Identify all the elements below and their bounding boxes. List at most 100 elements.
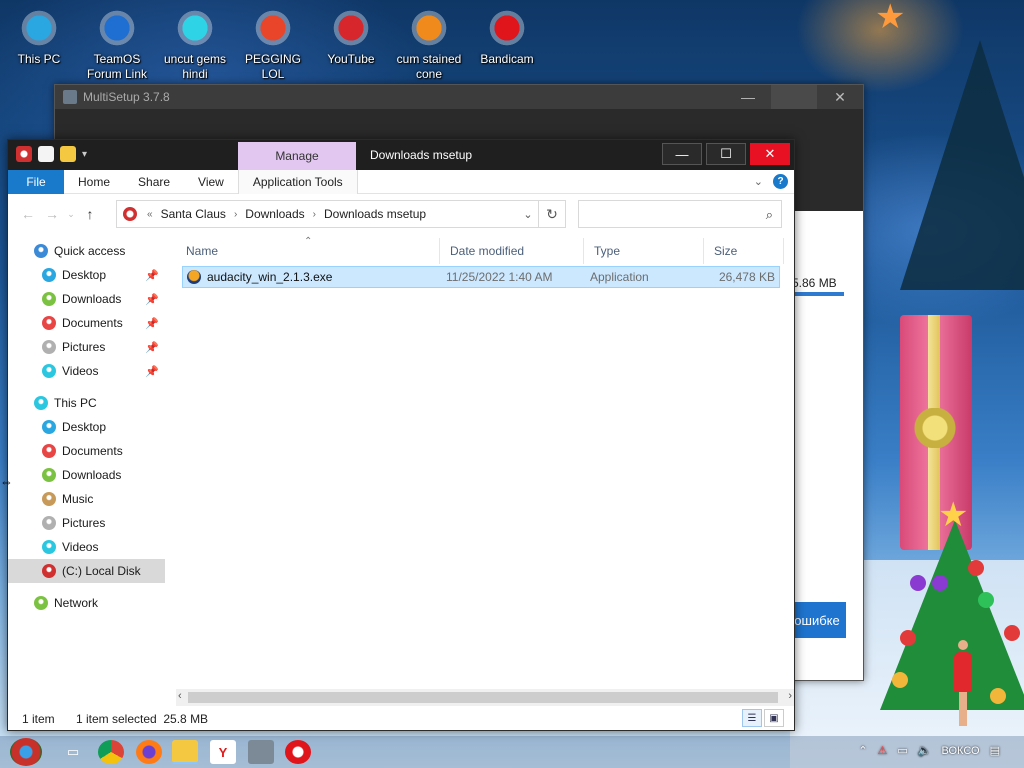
up-arrow-icon[interactable]: ↑: [78, 202, 102, 226]
nav-pc-item[interactable]: Downloads: [8, 463, 165, 487]
volume-icon[interactable]: 🔈: [918, 744, 932, 757]
tab-view[interactable]: View: [184, 170, 238, 194]
desktop-icon[interactable]: uncut gems hindi: [156, 6, 234, 82]
start-orb-icon[interactable]: [10, 738, 42, 766]
desktop-icon[interactable]: This PC: [0, 6, 78, 67]
table-row[interactable]: audacity_win_2.1.3.exe 11/25/2022 1:40 A…: [182, 266, 780, 288]
pin-icon[interactable]: 📌: [145, 365, 159, 378]
pin-icon[interactable]: 📌: [145, 341, 159, 354]
firefox-icon[interactable]: [136, 740, 162, 764]
horizontal-scrollbar[interactable]: ‹ ›: [176, 689, 794, 706]
tray-text[interactable]: ВОКСО: [942, 745, 980, 757]
notifications-icon[interactable]: ▤: [990, 744, 1000, 757]
breadcrumb-overflow-icon[interactable]: «: [143, 209, 157, 220]
nav-item-label: Music: [62, 492, 94, 506]
nav-quick-item[interactable]: Videos 📌: [8, 359, 165, 383]
chevron-right-icon[interactable]: ›: [309, 209, 320, 220]
opera-icon[interactable]: [285, 740, 311, 764]
file-name: audacity_win_2.1.3.exe: [207, 270, 333, 284]
breadcrumb-santa-claus[interactable]: Santa Claus: [157, 207, 230, 221]
report-error-button[interactable]: ошибке: [788, 602, 846, 638]
scroll-left-icon[interactable]: ‹: [178, 690, 182, 702]
nav-quick-item[interactable]: Documents 📌: [8, 311, 165, 335]
desktop-icon[interactable]: Bandicam: [468, 6, 546, 67]
multisetup-title: MultiSetup 3.7.8: [83, 90, 170, 104]
expand-ribbon-icon[interactable]: ⌄: [754, 175, 763, 188]
close-button[interactable]: ✕: [750, 143, 790, 165]
nav-pc-item[interactable]: Documents: [8, 439, 165, 463]
ornament-decoration: [910, 575, 926, 591]
tab-application-tools[interactable]: Application Tools: [237, 169, 358, 194]
search-input[interactable]: ⌕: [578, 200, 782, 228]
nav-quick-access[interactable]: Quick access: [8, 239, 165, 263]
column-header-type[interactable]: Type: [584, 238, 704, 264]
maximize-button[interactable]: [771, 85, 817, 109]
desktop-icon[interactable]: TeamOS Forum Link: [78, 6, 156, 82]
chrome-icon[interactable]: [98, 740, 124, 764]
column-header-date[interactable]: Date modified: [440, 238, 584, 264]
help-icon[interactable]: ?: [773, 174, 788, 189]
explorer-titlebar[interactable]: ▾ Manage Downloads msetup — ☐ ✕: [8, 140, 794, 170]
customize-toolbar-icon[interactable]: ▾: [82, 149, 87, 160]
desktop-icon[interactable]: YouTube: [312, 6, 390, 67]
nav-quick-item[interactable]: Desktop 📌: [8, 263, 165, 287]
pin-icon[interactable]: 📌: [145, 269, 159, 282]
breadcrumb-downloads-msetup[interactable]: Downloads msetup: [320, 207, 430, 221]
tab-home[interactable]: Home: [64, 170, 124, 194]
task-view-icon[interactable]: ▭: [60, 740, 86, 764]
large-icons-view-icon[interactable]: ▣: [764, 709, 784, 727]
address-bar[interactable]: « Santa Claus › Downloads › Downloads ms…: [116, 200, 540, 228]
pin-icon[interactable]: 📌: [145, 293, 159, 306]
nav-pc-item[interactable]: Pictures: [8, 511, 165, 535]
column-header-size[interactable]: Size: [704, 238, 784, 264]
tab-manage[interactable]: Manage: [238, 142, 356, 170]
multisetup-icon[interactable]: [248, 740, 274, 764]
file-explorer-icon[interactable]: [172, 740, 198, 764]
nav-item-label: Documents: [62, 444, 123, 458]
nav-quick-item[interactable]: Downloads 📌: [8, 287, 165, 311]
nav-pc-item[interactable]: Videos: [8, 535, 165, 559]
close-button[interactable]: ✕: [817, 85, 863, 109]
nav-pc-item[interactable]: Music: [8, 487, 165, 511]
nav-quick-item[interactable]: Pictures 📌: [8, 335, 165, 359]
angry-bird-icon: [329, 6, 373, 50]
breadcrumb-downloads[interactable]: Downloads: [241, 207, 308, 221]
properties-icon[interactable]: [38, 146, 54, 162]
multisetup-titlebar[interactable]: MultiSetup 3.7.8 — ✕: [55, 85, 863, 109]
chevron-right-icon[interactable]: ›: [230, 209, 241, 220]
refresh-icon[interactable]: ↻: [538, 200, 566, 228]
warning-icon[interactable]: ⚠: [878, 744, 888, 757]
new-folder-icon[interactable]: [60, 146, 76, 162]
folder-icon: [34, 596, 48, 610]
forward-arrow-icon[interactable]: →: [40, 202, 64, 226]
yandex-icon[interactable]: Y: [210, 740, 236, 764]
pin-icon[interactable]: 📌: [145, 317, 159, 330]
window-menu-icon[interactable]: [16, 146, 32, 162]
chevron-up-icon[interactable]: ⌃: [858, 744, 867, 757]
tab-file[interactable]: File: [8, 169, 64, 194]
minimize-button[interactable]: —: [662, 143, 702, 165]
nav-pc-item[interactable]: Desktop: [8, 415, 165, 439]
nav-pc-item[interactable]: (C:) Local Disk: [8, 559, 165, 583]
nav-this-pc[interactable]: This PC: [8, 391, 165, 415]
tab-share[interactable]: Share: [124, 170, 184, 194]
desktop-icon[interactable]: cum stained cone: [390, 6, 468, 82]
minimize-button[interactable]: —: [725, 85, 771, 109]
nav-network[interactable]: Network: [8, 591, 165, 615]
column-size-label: Size: [714, 244, 738, 258]
scroll-right-icon[interactable]: ›: [788, 690, 792, 702]
record-icon: [485, 6, 529, 50]
back-arrow-icon[interactable]: ←: [16, 202, 40, 226]
folder-icon: [42, 316, 56, 330]
file-explorer-window[interactable]: ▾ Manage Downloads msetup — ☐ ✕ File Hom…: [7, 139, 795, 731]
address-dropdown-icon[interactable]: ⌄: [517, 208, 539, 221]
sort-ascending-icon: ⌃: [304, 236, 313, 247]
scrollbar-thumb[interactable]: [188, 692, 778, 703]
maximize-button[interactable]: ☐: [706, 143, 746, 165]
desktop-icon[interactable]: PEGGING LOL: [234, 6, 312, 82]
details-view-icon[interactable]: ☰: [742, 709, 762, 727]
selection-info: 1 item selected 25.8 MB: [76, 712, 209, 726]
network-icon[interactable]: ▭: [897, 744, 907, 757]
recent-locations-icon[interactable]: ⌄: [64, 202, 78, 226]
column-header-name[interactable]: Name ⌃: [176, 236, 440, 264]
